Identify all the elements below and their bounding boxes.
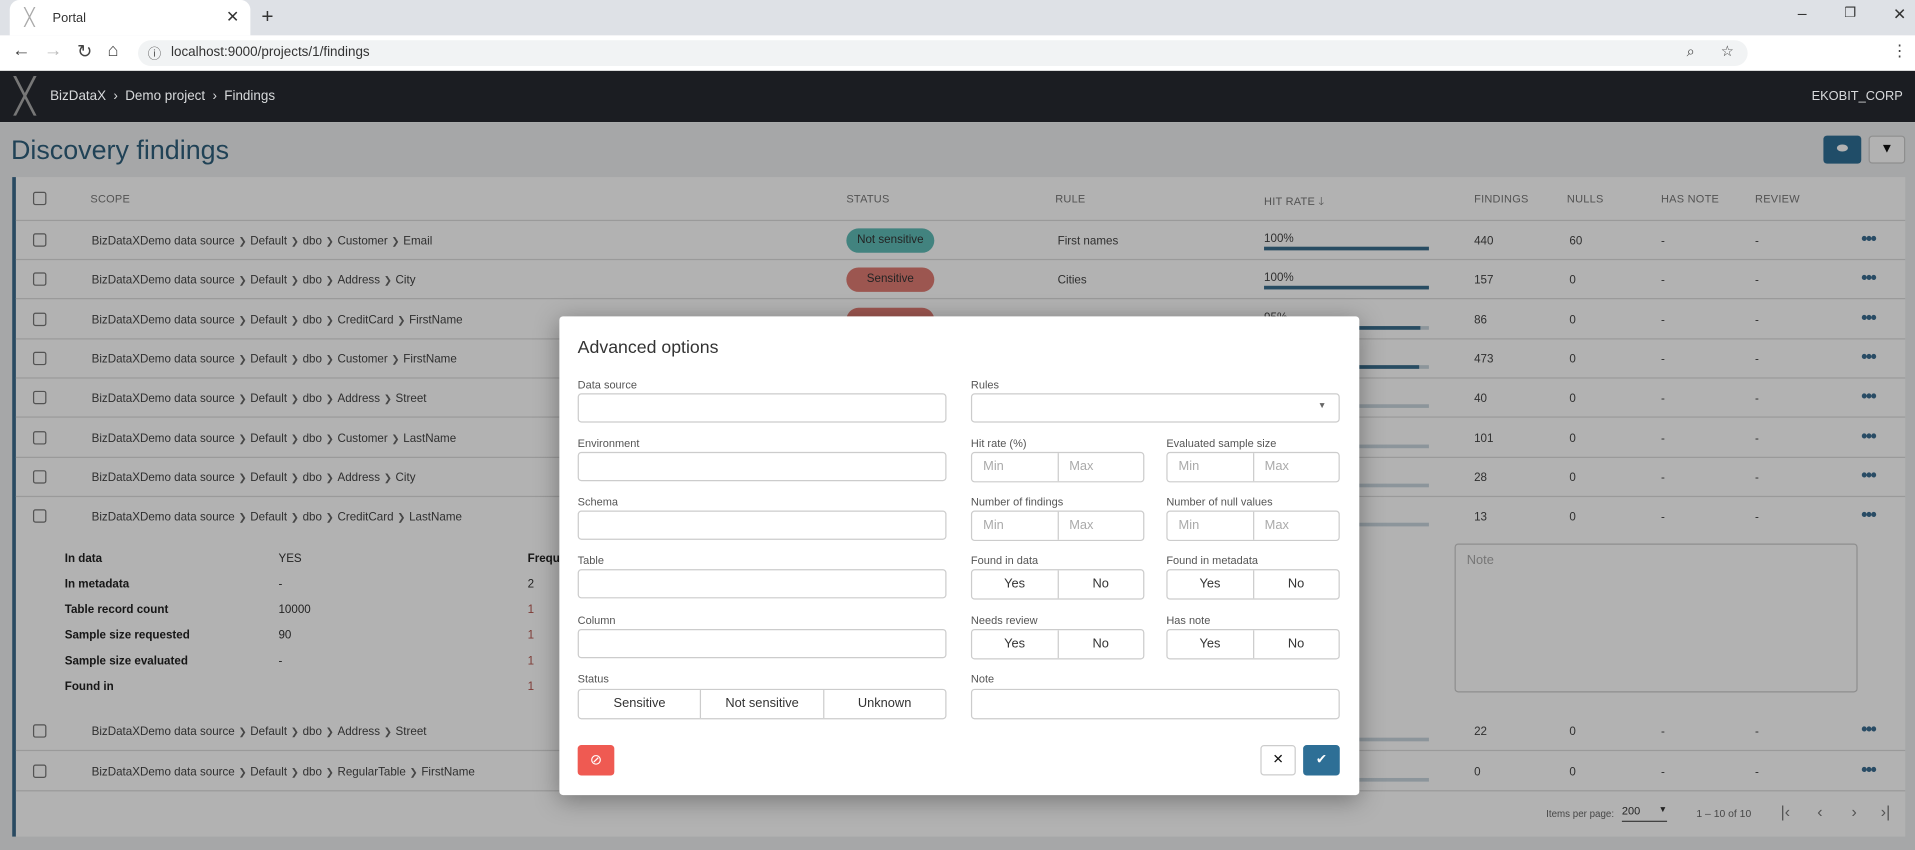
forward-icon[interactable]: → bbox=[44, 40, 62, 61]
max-input[interactable]: Max bbox=[1252, 511, 1338, 540]
has-note-label: Has note bbox=[1166, 614, 1211, 627]
cancel-button[interactable]: ✕ bbox=[1260, 744, 1296, 776]
check-icon: ✔ bbox=[1315, 752, 1328, 767]
restore-icon[interactable]: ❐ bbox=[1844, 5, 1856, 21]
table-input[interactable] bbox=[577, 569, 947, 599]
breadcrumb-bizdatax[interactable]: BizDataX bbox=[50, 89, 106, 104]
browser-tab[interactable]: ╳ Portal ✕ bbox=[9, 0, 251, 36]
minimize-icon[interactable]: – bbox=[1798, 4, 1807, 22]
has-note-toggle: Yes No bbox=[1166, 628, 1340, 660]
breadcrumb: BizDataX › Demo project › Findings bbox=[50, 89, 275, 104]
reload-icon[interactable]: ↻ bbox=[77, 40, 92, 63]
hit-rate-range: Min Max bbox=[970, 451, 1145, 483]
yes-option[interactable]: Yes bbox=[1168, 570, 1253, 598]
ban-icon: ⊘ bbox=[589, 751, 603, 769]
no-option[interactable]: No bbox=[1252, 570, 1338, 599]
schema-input[interactable] bbox=[577, 510, 947, 540]
max-input[interactable]: Max bbox=[1252, 453, 1338, 482]
max-input[interactable]: Max bbox=[1057, 511, 1143, 540]
apply-button[interactable]: ✔ bbox=[1303, 744, 1340, 776]
rules-select[interactable]: ▼ bbox=[970, 393, 1340, 423]
environment-label: Environment bbox=[577, 437, 640, 450]
browser-menu-icon[interactable]: ⋮ bbox=[1892, 42, 1908, 62]
num-nulls-range: Min Max bbox=[1166, 510, 1340, 542]
bizdatax-logo-icon: ╳ bbox=[14, 76, 36, 115]
back-icon[interactable]: ← bbox=[12, 40, 30, 61]
no-option[interactable]: No bbox=[1057, 570, 1143, 599]
yes-option[interactable]: Yes bbox=[972, 570, 1057, 598]
hit-rate-label: Hit rate (%) bbox=[970, 437, 1027, 450]
status-segmented: Sensitive Not sensitive Unknown bbox=[577, 688, 947, 720]
browser-tab-bar bbox=[0, 0, 1915, 36]
status-option[interactable]: Unknown bbox=[822, 690, 946, 719]
home-icon[interactable]: ⌂ bbox=[107, 40, 118, 61]
dropdown-arrow-icon: ▼ bbox=[1317, 401, 1327, 411]
needs-review-toggle: Yes No bbox=[970, 628, 1145, 660]
dialog-title: Advanced options bbox=[577, 338, 719, 358]
advanced-options-dialog: Advanced options Rules ▼ Note ⊘ ✕ ✔ Data… bbox=[559, 316, 1360, 796]
status-label: Status bbox=[577, 672, 609, 686]
status-option[interactable]: Sensitive bbox=[579, 690, 700, 718]
status-option[interactable]: Not sensitive bbox=[700, 690, 823, 719]
url-text: localhost:9000/projects/1/findings bbox=[170, 45, 370, 60]
min-input[interactable]: Min bbox=[972, 512, 1057, 540]
environment-input[interactable] bbox=[577, 451, 947, 482]
data-source-label: Data source bbox=[577, 378, 637, 391]
min-input[interactable]: Min bbox=[972, 453, 1057, 481]
no-option[interactable]: No bbox=[1252, 630, 1338, 659]
breadcrumb-project[interactable]: Demo project bbox=[125, 89, 205, 104]
breadcrumb-findings: Findings bbox=[224, 89, 276, 104]
bookmark-star-icon[interactable]: ☆ bbox=[1721, 43, 1734, 60]
max-input[interactable]: Max bbox=[1057, 453, 1143, 482]
reset-button[interactable]: ⊘ bbox=[577, 744, 615, 776]
min-input[interactable]: Min bbox=[1168, 512, 1253, 540]
found-in-metadata-label: Found in metadata bbox=[1166, 554, 1259, 567]
sample-size-range: Min Max bbox=[1166, 451, 1340, 483]
app-header: ╳ BizDataX › Demo project › Findings EKOBI… bbox=[0, 70, 1915, 123]
num-nulls-label: Number of null values bbox=[1166, 495, 1273, 509]
sample-size-label: Evaluated sample size bbox=[1166, 437, 1277, 450]
num-findings-label: Number of findings bbox=[970, 495, 1064, 509]
data-source-input[interactable] bbox=[577, 393, 947, 423]
needs-review-label: Needs review bbox=[970, 614, 1038, 627]
app-logo-icon: ╳ bbox=[24, 7, 35, 27]
rules-label: Rules bbox=[970, 378, 1000, 391]
no-option[interactable]: No bbox=[1057, 630, 1143, 659]
url-input[interactable]: ⓘ localhost:9000/projects/1/findings ⌕ ☆ bbox=[138, 40, 1748, 66]
found-in-metadata-toggle: Yes No bbox=[1166, 569, 1340, 600]
chevron-right-icon: › bbox=[113, 89, 118, 104]
column-label: Column bbox=[577, 614, 616, 627]
close-icon: ✕ bbox=[1272, 752, 1284, 767]
tab-title: Portal bbox=[52, 10, 87, 26]
close-window-icon[interactable]: ✕ bbox=[1893, 5, 1906, 25]
yes-option[interactable]: Yes bbox=[972, 630, 1057, 658]
note-input[interactable] bbox=[970, 688, 1340, 720]
found-in-data-label: Found in data bbox=[970, 554, 1039, 567]
min-input[interactable]: Min bbox=[1168, 453, 1253, 481]
info-icon: ⓘ bbox=[147, 47, 162, 63]
table-label: Table bbox=[577, 554, 604, 567]
column-input[interactable] bbox=[577, 628, 947, 659]
org-name[interactable]: EKOBIT_CORP bbox=[1812, 89, 1903, 104]
note-label: Note bbox=[970, 672, 995, 686]
num-findings-range: Min Max bbox=[970, 510, 1145, 542]
close-tab-icon[interactable]: ✕ bbox=[226, 7, 239, 27]
new-tab-icon[interactable]: + bbox=[261, 5, 273, 29]
found-in-data-toggle: Yes No bbox=[970, 569, 1145, 600]
chevron-right-icon: › bbox=[212, 89, 217, 104]
schema-label: Schema bbox=[577, 495, 619, 509]
yes-option[interactable]: Yes bbox=[1168, 630, 1253, 658]
zoom-icon[interactable]: ⌕ bbox=[1687, 43, 1695, 61]
